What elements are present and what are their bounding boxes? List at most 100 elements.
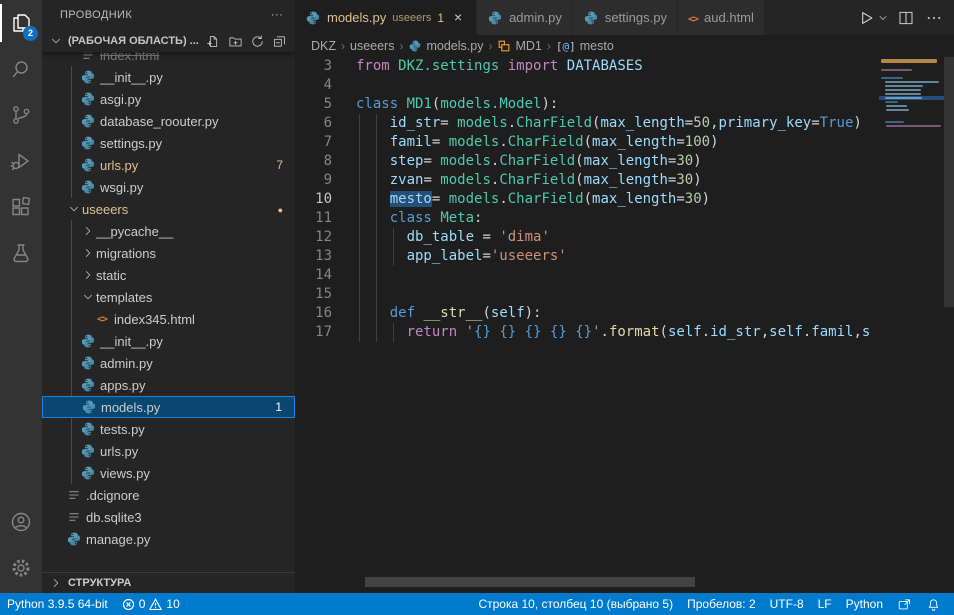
file-label: urls.py [100, 158, 276, 173]
activitybar-source-control[interactable] [0, 92, 42, 138]
editor-more-actions-button[interactable] [922, 6, 946, 30]
minimap[interactable] [879, 57, 944, 593]
tree-item-urls-py[interactable]: urls.py [42, 440, 295, 462]
scrollbar-thumb[interactable] [944, 57, 954, 307]
chevron-right-icon[interactable] [80, 223, 96, 239]
tab-settings-py[interactable]: settings.py [573, 0, 678, 35]
chevron-down-icon[interactable] [66, 201, 82, 217]
code-line-5[interactable]: class MD1(models.Model): [356, 95, 558, 114]
editor-content[interactable]: from DKZ.settings import DATABASES class … [356, 57, 869, 593]
tree-item-apps-py[interactable]: apps.py [42, 374, 295, 396]
tree-item-admin-py[interactable]: admin.py [42, 352, 295, 374]
chevron-right-icon[interactable] [80, 245, 96, 261]
code-line-13[interactable]: app_label='useeers' [356, 247, 567, 266]
refresh-button[interactable] [247, 31, 267, 51]
tree-item-wsgi-py[interactable]: wsgi.py [42, 176, 295, 198]
tree-item-manage-py[interactable]: manage.py [42, 528, 295, 550]
tree-item-static[interactable]: static [42, 264, 295, 286]
run-button[interactable] [854, 6, 878, 30]
tree-item--init-py[interactable]: __init__.py [42, 66, 295, 88]
code-line-10[interactable]: mesto= models.CharField(max_length=30) [356, 190, 710, 209]
breadcrumb-DKZ[interactable]: DKZ [311, 39, 336, 53]
statusbar-cursor-position[interactable]: Строка 10, столбец 10 (выбрано 5) [471, 593, 680, 615]
code-line-7[interactable]: famil= models.CharField(max_length=100) [356, 133, 719, 152]
tree-item-migrations[interactable]: migrations [42, 242, 295, 264]
tree-item-useeers[interactable]: useeers● [42, 198, 295, 220]
tree-item--dcignore[interactable]: .dcignore [42, 484, 295, 506]
collapse-all-button[interactable] [269, 31, 289, 51]
statusbar-language-mode[interactable]: Python [839, 593, 890, 615]
minimap-line [885, 93, 922, 95]
code-editor[interactable]: 34567891011121314151617 from DKZ.setting… [295, 57, 944, 593]
code-line-12[interactable]: db_table = 'dima' [356, 228, 550, 247]
statusbar-python-interpreter[interactable]: Python 3.9.5 64-bit [0, 593, 115, 615]
python-icon [80, 113, 96, 129]
tree-item-database-roouter-py[interactable]: database_roouter.py [42, 110, 295, 132]
chevron-right-icon [46, 573, 66, 593]
tree-item--init-py[interactable]: __init__.py [42, 330, 295, 352]
file-badge: 7 [276, 158, 295, 172]
code-line-16[interactable]: def __str__(self): [356, 304, 541, 323]
breadcrumb-MD1[interactable]: MD1 [497, 39, 541, 53]
tree-item-templates[interactable]: templates [42, 286, 295, 308]
file-label: __init__.py [100, 334, 295, 349]
statusbar-problems[interactable]: 010 [115, 593, 187, 615]
more-actions-icon[interactable]: ··· [267, 5, 287, 25]
minimap-line [886, 109, 909, 111]
breadcrumb-useeers[interactable]: useeers [350, 39, 394, 53]
breadcrumb-models.py[interactable]: models.py [408, 39, 483, 53]
python-icon [80, 421, 96, 437]
activitybar-settings[interactable] [0, 545, 42, 591]
activitybar-run-and-debug[interactable] [0, 138, 42, 184]
code-line-8[interactable]: step= models.CharField(max_length=30) [356, 152, 702, 171]
run-icon [856, 8, 876, 28]
tree-item-asgi-py[interactable]: asgi.py [42, 88, 295, 110]
code-line-6[interactable]: id_str= models.CharField(max_length=50,p… [356, 114, 862, 133]
tree-item-db-sqlite3[interactable]: db.sqlite3 [42, 506, 295, 528]
tab-models-py[interactable]: models.py useeers 1 × [295, 0, 477, 35]
line-number-10: 10 [315, 190, 332, 209]
new-folder-button[interactable] [225, 31, 245, 51]
close-icon[interactable]: × [450, 10, 466, 26]
tree-item-tests-py[interactable]: tests.py [42, 418, 295, 440]
statusbar-encoding[interactable]: UTF-8 [763, 593, 811, 615]
breadcrumb-mesto[interactable]: [@]mesto [556, 39, 614, 53]
source-control-icon [9, 103, 33, 127]
python-icon [305, 10, 321, 26]
tree-item-models-py[interactable]: models.py1 [42, 396, 295, 418]
vertical-scrollbar[interactable] [944, 57, 954, 593]
run-dropdown-button[interactable] [876, 6, 890, 30]
statusbar-notifications[interactable] [919, 593, 948, 615]
statusbar-indentation[interactable]: Пробелов: 2 [680, 593, 763, 615]
tree-item-urls-py[interactable]: urls.py7 [42, 154, 295, 176]
statusbar-eol[interactable]: LF [811, 593, 839, 615]
activitybar-accounts[interactable] [0, 499, 42, 545]
chevron-right-icon[interactable] [80, 267, 96, 283]
tree-item-views-py[interactable]: views.py [42, 462, 295, 484]
chevron-down-icon[interactable] [80, 289, 96, 305]
more-actions-icon [925, 9, 943, 27]
tab-description: useeers [392, 12, 431, 24]
workspace-section-header[interactable]: (РАБОЧАЯ ОБЛАСТЬ) ... [42, 30, 295, 52]
tree-item-settings-py[interactable]: settings.py [42, 132, 295, 154]
settings-icon [9, 556, 33, 580]
tab-admin-py[interactable]: admin.py [477, 0, 573, 35]
python-icon [80, 179, 96, 195]
statusbar-feedback[interactable] [890, 593, 919, 615]
activitybar-extensions[interactable] [0, 184, 42, 230]
tab-aud-html[interactable]: <> aud.html [678, 0, 765, 35]
activitybar-explorer[interactable]: 2 [0, 0, 42, 46]
code-line-9[interactable]: zvan= models.CharField(max_length=30) [356, 171, 702, 190]
tree-item-index345-html[interactable]: <>index345.html [42, 308, 295, 330]
code-line-11[interactable]: class Meta: [356, 209, 482, 228]
new-file-button[interactable] [203, 31, 223, 51]
outline-section-header[interactable]: СТРУКТУРА [42, 572, 295, 593]
code-line-3[interactable]: from DKZ.settings import DATABASES [356, 57, 643, 76]
activitybar-testing[interactable] [0, 230, 42, 276]
activitybar-search[interactable] [0, 46, 42, 92]
horizontal-scrollbar[interactable] [365, 577, 695, 587]
split-editor-button[interactable] [894, 6, 918, 30]
tree-item--pycache-[interactable]: __pycache__ [42, 220, 295, 242]
refresh-icon [250, 34, 265, 49]
code-line-17[interactable]: return '{} {} {} {} {}'.format(self.id_s… [356, 323, 869, 342]
